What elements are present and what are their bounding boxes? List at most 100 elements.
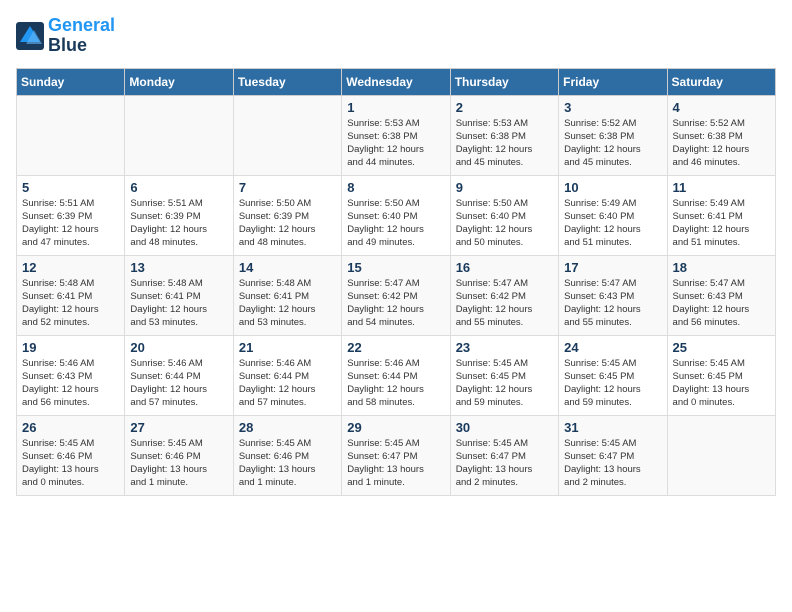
day-info: Sunrise: 5:45 AM Sunset: 6:45 PM Dayligh… (564, 357, 661, 410)
calendar-cell (667, 415, 775, 495)
day-header-sunday: Sunday (17, 68, 125, 95)
day-info: Sunrise: 5:46 AM Sunset: 6:44 PM Dayligh… (239, 357, 336, 410)
day-info: Sunrise: 5:52 AM Sunset: 6:38 PM Dayligh… (673, 117, 770, 170)
day-info: Sunrise: 5:50 AM Sunset: 6:40 PM Dayligh… (456, 197, 553, 250)
day-info: Sunrise: 5:47 AM Sunset: 6:42 PM Dayligh… (456, 277, 553, 330)
day-info: Sunrise: 5:45 AM Sunset: 6:46 PM Dayligh… (22, 437, 119, 490)
day-info: Sunrise: 5:52 AM Sunset: 6:38 PM Dayligh… (564, 117, 661, 170)
day-info: Sunrise: 5:46 AM Sunset: 6:44 PM Dayligh… (130, 357, 227, 410)
day-info: Sunrise: 5:45 AM Sunset: 6:45 PM Dayligh… (456, 357, 553, 410)
day-number: 12 (22, 260, 119, 275)
day-number: 17 (564, 260, 661, 275)
day-info: Sunrise: 5:45 AM Sunset: 6:46 PM Dayligh… (239, 437, 336, 490)
day-number: 29 (347, 420, 444, 435)
day-number: 6 (130, 180, 227, 195)
day-number: 22 (347, 340, 444, 355)
calendar-cell: 28 Sunrise: 5:45 AM Sunset: 6:46 PM Dayli… (233, 415, 341, 495)
calendar-cell: 31 Sunrise: 5:45 AM Sunset: 6:47 PM Dayli… (559, 415, 667, 495)
logo: GeneralBlue (16, 16, 115, 56)
day-info: Sunrise: 5:53 AM Sunset: 6:38 PM Dayligh… (456, 117, 553, 170)
day-info: Sunrise: 5:47 AM Sunset: 6:42 PM Dayligh… (347, 277, 444, 330)
day-header-thursday: Thursday (450, 68, 558, 95)
day-number: 15 (347, 260, 444, 275)
calendar-cell: 30Sunrise: 5:45 AM Sunset: 6:47 PM Dayli… (450, 415, 558, 495)
day-info: Sunrise: 5:50 AM Sunset: 6:39 PM Dayligh… (239, 197, 336, 250)
calendar-cell: 9 Sunrise: 5:50 AM Sunset: 6:40 PM Daylig… (450, 175, 558, 255)
day-number: 13 (130, 260, 227, 275)
calendar-cell: 6 Sunrise: 5:51 AM Sunset: 6:39 PM Daylig… (125, 175, 233, 255)
day-number: 7 (239, 180, 336, 195)
day-number: 3 (564, 100, 661, 115)
calendar-cell: 22Sunrise: 5:46 AM Sunset: 6:44 PM Dayli… (342, 335, 450, 415)
day-number: 21 (239, 340, 336, 355)
calendar-cell: 17 Sunrise: 5:47 AM Sunset: 6:43 PM Dayli… (559, 255, 667, 335)
calendar-week-row: 5Sunrise: 5:51 AM Sunset: 6:39 PM Daylig… (17, 175, 776, 255)
calendar-cell: 10 Sunrise: 5:49 AM Sunset: 6:40 PM Dayli… (559, 175, 667, 255)
day-number: 4 (673, 100, 770, 115)
calendar-week-row: 12 Sunrise: 5:48 AM Sunset: 6:41 PM Dayli… (17, 255, 776, 335)
day-info: Sunrise: 5:45 AM Sunset: 6:47 PM Dayligh… (456, 437, 553, 490)
day-info: Sunrise: 5:49 AM Sunset: 6:41 PM Dayligh… (673, 197, 770, 250)
day-info: Sunrise: 5:53 AM Sunset: 6:38 PM Dayligh… (347, 117, 444, 170)
day-info: Sunrise: 5:51 AM Sunset: 6:39 PM Dayligh… (22, 197, 119, 250)
calendar-cell: 15 Sunrise: 5:47 AM Sunset: 6:42 PM Dayli… (342, 255, 450, 335)
calendar-cell: 25 Sunrise: 5:45 AM Sunset: 6:45 PM Dayli… (667, 335, 775, 415)
calendar-cell: 3 Sunrise: 5:52 AM Sunset: 6:38 PM Daylig… (559, 95, 667, 175)
calendar-cell: 11 Sunrise: 5:49 AM Sunset: 6:41 PM Dayli… (667, 175, 775, 255)
day-header-friday: Friday (559, 68, 667, 95)
calendar-cell: 23 Sunrise: 5:45 AM Sunset: 6:45 PM Dayli… (450, 335, 558, 415)
page-header: GeneralBlue (16, 16, 776, 56)
day-number: 11 (673, 180, 770, 195)
calendar-week-row: 1 Sunrise: 5:53 AM Sunset: 6:38 PM Daylig… (17, 95, 776, 175)
day-header-monday: Monday (125, 68, 233, 95)
day-info: Sunrise: 5:45 AM Sunset: 6:47 PM Dayligh… (564, 437, 661, 490)
logo-text: GeneralBlue (48, 16, 115, 56)
day-number: 14 (239, 260, 336, 275)
calendar-cell: 12 Sunrise: 5:48 AM Sunset: 6:41 PM Dayli… (17, 255, 125, 335)
day-number: 25 (673, 340, 770, 355)
day-info: Sunrise: 5:50 AM Sunset: 6:40 PM Dayligh… (347, 197, 444, 250)
day-info: Sunrise: 5:47 AM Sunset: 6:43 PM Dayligh… (673, 277, 770, 330)
day-info: Sunrise: 5:49 AM Sunset: 6:40 PM Dayligh… (564, 197, 661, 250)
day-info: Sunrise: 5:45 AM Sunset: 6:47 PM Dayligh… (347, 437, 444, 490)
day-info: Sunrise: 5:45 AM Sunset: 6:45 PM Dayligh… (673, 357, 770, 410)
day-header-saturday: Saturday (667, 68, 775, 95)
calendar-cell (125, 95, 233, 175)
calendar-table: SundayMondayTuesdayWednesdayThursdayFrid… (16, 68, 776, 496)
calendar-cell: 29 Sunrise: 5:45 AM Sunset: 6:47 PM Dayli… (342, 415, 450, 495)
day-number: 16 (456, 260, 553, 275)
calendar-cell: 8 Sunrise: 5:50 AM Sunset: 6:40 PM Daylig… (342, 175, 450, 255)
calendar-header-row: SundayMondayTuesdayWednesdayThursdayFrid… (17, 68, 776, 95)
day-info: Sunrise: 5:48 AM Sunset: 6:41 PM Dayligh… (22, 277, 119, 330)
calendar-cell: 14Sunrise: 5:48 AM Sunset: 6:41 PM Dayli… (233, 255, 341, 335)
calendar-cell: 1 Sunrise: 5:53 AM Sunset: 6:38 PM Daylig… (342, 95, 450, 175)
logo-icon (16, 22, 44, 50)
calendar-cell (17, 95, 125, 175)
calendar-cell (233, 95, 341, 175)
day-number: 28 (239, 420, 336, 435)
day-number: 8 (347, 180, 444, 195)
day-number: 1 (347, 100, 444, 115)
day-number: 26 (22, 420, 119, 435)
calendar-cell: 27 Sunrise: 5:45 AM Sunset: 6:46 PM Dayli… (125, 415, 233, 495)
calendar-cell: 21 Sunrise: 5:46 AM Sunset: 6:44 PM Dayli… (233, 335, 341, 415)
calendar-cell: 16 Sunrise: 5:47 AM Sunset: 6:42 PM Dayli… (450, 255, 558, 335)
calendar-cell: 26 Sunrise: 5:45 AM Sunset: 6:46 PM Dayli… (17, 415, 125, 495)
day-number: 23 (456, 340, 553, 355)
day-number: 27 (130, 420, 227, 435)
calendar-cell: 2Sunrise: 5:53 AM Sunset: 6:38 PM Daylig… (450, 95, 558, 175)
day-info: Sunrise: 5:46 AM Sunset: 6:43 PM Dayligh… (22, 357, 119, 410)
day-number: 18 (673, 260, 770, 275)
day-number: 19 (22, 340, 119, 355)
calendar-cell: 4 Sunrise: 5:52 AM Sunset: 6:38 PM Daylig… (667, 95, 775, 175)
calendar-cell: 20 Sunrise: 5:46 AM Sunset: 6:44 PM Dayli… (125, 335, 233, 415)
calendar-cell: 7 Sunrise: 5:50 AM Sunset: 6:39 PM Daylig… (233, 175, 341, 255)
day-number: 20 (130, 340, 227, 355)
day-info: Sunrise: 5:47 AM Sunset: 6:43 PM Dayligh… (564, 277, 661, 330)
day-info: Sunrise: 5:48 AM Sunset: 6:41 PM Dayligh… (130, 277, 227, 330)
day-number: 31 (564, 420, 661, 435)
day-info: Sunrise: 5:51 AM Sunset: 6:39 PM Dayligh… (130, 197, 227, 250)
day-number: 9 (456, 180, 553, 195)
day-info: Sunrise: 5:45 AM Sunset: 6:46 PM Dayligh… (130, 437, 227, 490)
day-number: 10 (564, 180, 661, 195)
